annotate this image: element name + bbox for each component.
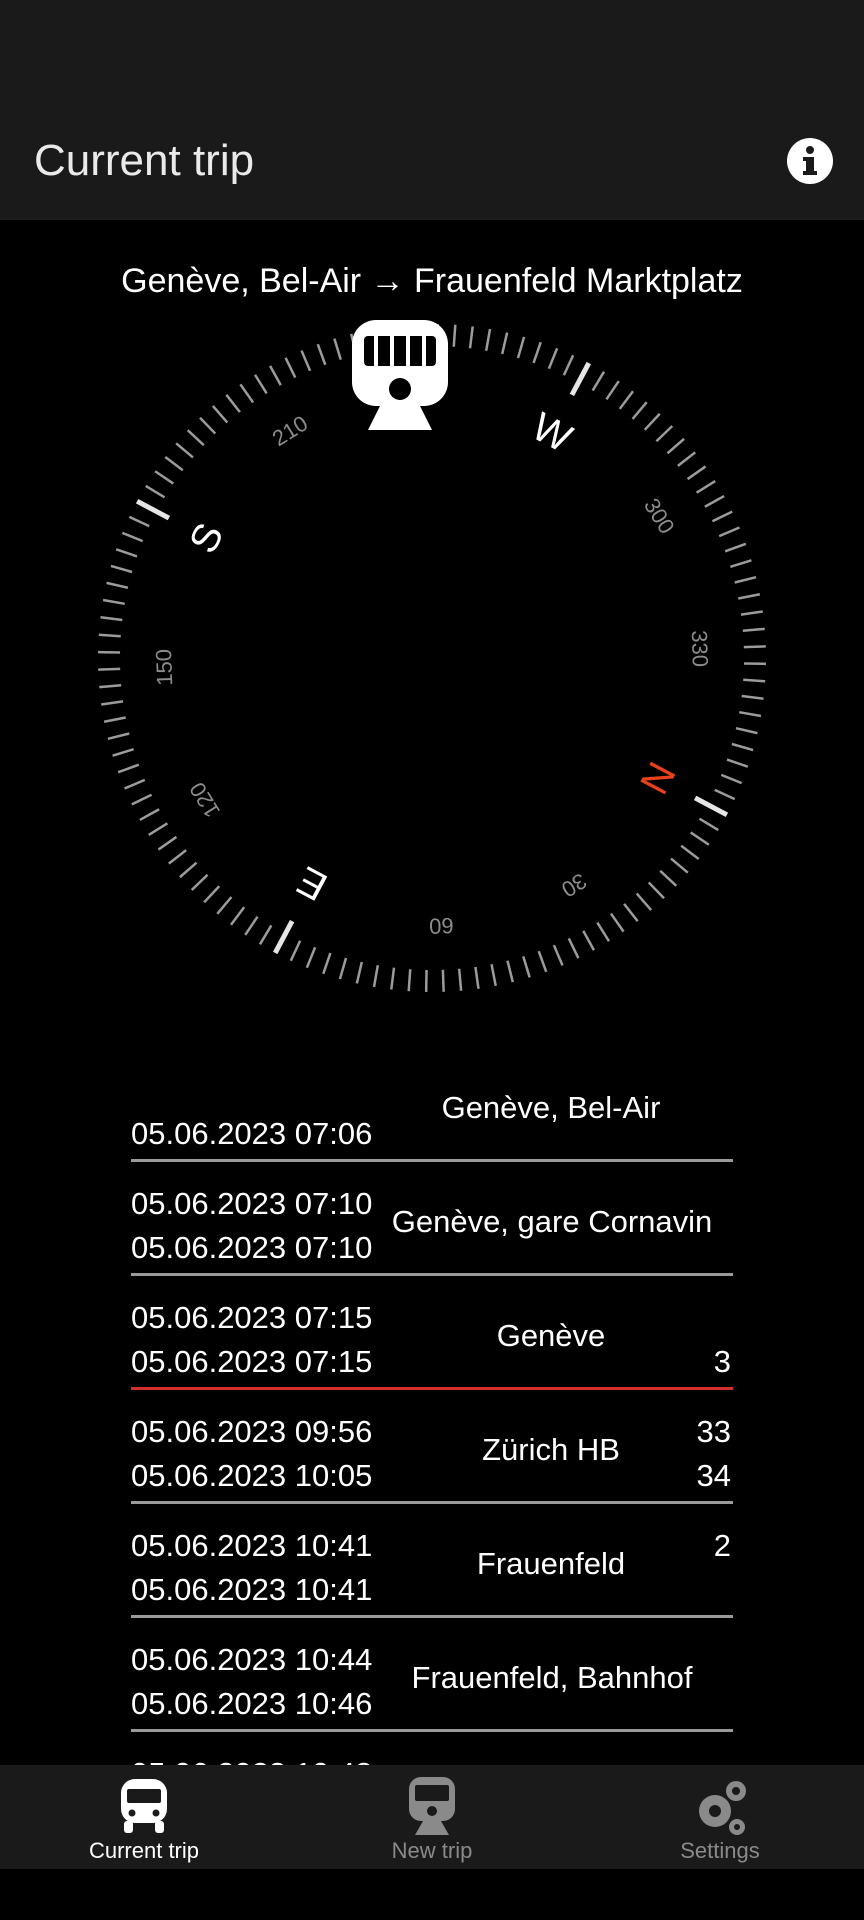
stop-name: Frauenfeld bbox=[476, 1546, 626, 1581]
app-bar: Current trip bbox=[0, 96, 864, 220]
gears-icon bbox=[699, 1781, 746, 1835]
compass-degree-label: 210 bbox=[268, 410, 312, 451]
departure-time: 05.06.2023 10:41 bbox=[131, 1572, 373, 1607]
stops-list: 05.06.2023 07:06 Genève, Bel-Air 05.06.202… bbox=[131, 1048, 733, 1843]
departure-time: 05.06.2023 07:15 bbox=[131, 1344, 373, 1379]
bus-icon bbox=[121, 1779, 167, 1833]
departure-platform: 34 bbox=[696, 1458, 731, 1493]
stop-name: Genève, Bel-Air bbox=[441, 1090, 661, 1125]
stop-name: Frauenfeld, Bahnhof bbox=[411, 1660, 693, 1695]
nav-item-settings[interactable]: Settings bbox=[576, 1765, 864, 1869]
compass-degree-label: 60 bbox=[429, 913, 454, 939]
nav-item-current-trip[interactable]: Current trip bbox=[0, 1765, 288, 1869]
compass-cardinal-w: W bbox=[525, 405, 579, 462]
stop-row[interactable]: 05.06.2023 09:56 05.06.2023 10:05 Zürich H… bbox=[131, 1390, 733, 1504]
stop-row[interactable]: 05.06.2023 10:41 05.06.2023 10:41 Frauenfe… bbox=[131, 1504, 733, 1618]
stop-name: Zürich HB bbox=[482, 1432, 620, 1467]
stop-row[interactable]: 05.06.2023 07:06 Genève, Bel-Air bbox=[131, 1048, 733, 1162]
compass-cardinal-n: N bbox=[631, 755, 683, 801]
compass-degree-label: 120 bbox=[184, 778, 225, 822]
departure-platform: 3 bbox=[713, 1344, 731, 1379]
system-nav-bar bbox=[0, 1869, 864, 1920]
trip-route: Genève, Bel-Air → Frauenfeld Marktplatz bbox=[121, 262, 743, 300]
bottom-navigation: Current trip New trip Settings bbox=[0, 1765, 864, 1869]
train-direction-icon bbox=[352, 320, 448, 430]
status-bar bbox=[0, 0, 864, 96]
arrival-time: 05.06.2023 10:44 bbox=[131, 1642, 373, 1677]
compass-degree-label: 150 bbox=[151, 649, 177, 687]
nav-label: New trip bbox=[391, 1838, 473, 1863]
arrival-time: 05.06.2023 07:10 bbox=[131, 1186, 373, 1221]
page-title: Current trip bbox=[34, 136, 255, 185]
arrival-platform: 33 bbox=[696, 1414, 731, 1449]
compass-degree-label: 30 bbox=[557, 868, 591, 902]
stop-name: Genève bbox=[496, 1318, 606, 1353]
stop-row[interactable]: 05.06.2023 10:44 05.06.2023 10:46 Frauenfe… bbox=[131, 1618, 733, 1732]
departure-time: 05.06.2023 10:46 bbox=[131, 1686, 373, 1721]
stop-name: Genève, gare Cornavin bbox=[391, 1204, 713, 1239]
stop-row[interactable]: 05.06.2023 07:10 05.06.2023 07:10 Genève, … bbox=[131, 1162, 733, 1276]
info-button[interactable] bbox=[787, 138, 833, 184]
arrival-time: 05.06.2023 09:56 bbox=[131, 1414, 373, 1449]
compass-degree-label: 300 bbox=[639, 494, 680, 538]
nav-label: Current trip bbox=[88, 1838, 200, 1863]
nav-item-new-trip[interactable]: New trip bbox=[288, 1765, 576, 1869]
compass-degree-label: 330 bbox=[687, 630, 713, 668]
stop-row[interactable]: 05.06.2023 07:15 05.06.2023 07:15 Genève 3 bbox=[131, 1276, 733, 1390]
departure-time: 05.06.2023 10:05 bbox=[131, 1458, 373, 1493]
departure-time: 05.06.2023 07:06 bbox=[131, 1116, 373, 1151]
nav-label: Settings bbox=[680, 1838, 760, 1863]
info-icon bbox=[803, 146, 817, 175]
compass-cardinal-s: S bbox=[181, 516, 232, 560]
train-icon bbox=[409, 1777, 455, 1835]
arrival-time: 05.06.2023 07:15 bbox=[131, 1300, 373, 1335]
arrival-platform: 2 bbox=[713, 1528, 731, 1563]
departure-time: 05.06.2023 07:10 bbox=[131, 1230, 373, 1265]
compass-cardinal-e: E bbox=[290, 857, 334, 908]
arrival-time: 05.06.2023 10:41 bbox=[131, 1528, 373, 1563]
